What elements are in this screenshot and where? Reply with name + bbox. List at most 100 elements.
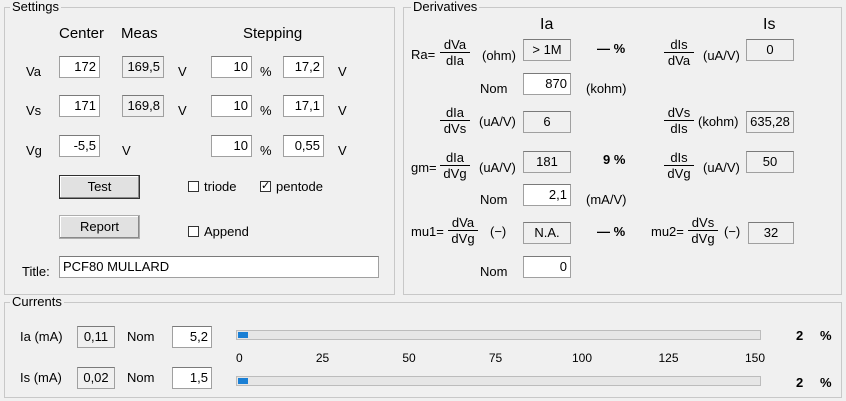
mu1-unit: (−): [490, 224, 507, 239]
mu1-nom-input[interactable]: 0: [523, 256, 571, 278]
va-center-input[interactable]: 172: [59, 56, 100, 78]
dia-dvs-numerator: dIa: [440, 106, 470, 121]
ra-fraction: dVa dIa: [440, 38, 470, 68]
col-ia-header: Ia: [540, 16, 554, 33]
dis-dvg-denominator: dVg: [667, 166, 691, 181]
dis-dvg-value: 50: [746, 151, 794, 173]
gm-unit: (uA/V): [479, 160, 516, 175]
triode-label[interactable]: triode: [204, 179, 237, 194]
va-step-value-input[interactable]: 17,2: [283, 56, 324, 78]
gm-nom-input[interactable]: 2,1: [523, 184, 571, 206]
is-pct-sign: %: [820, 375, 832, 390]
mu2-value: 32: [748, 222, 794, 244]
scale-tick-label: 125: [658, 351, 679, 365]
ia-progress-bar: [236, 330, 761, 340]
mu1-fraction: dVa dVg: [448, 216, 478, 246]
ra-denominator: dIa: [445, 53, 465, 68]
ia-progress-fill: [238, 332, 249, 338]
mu2-denominator: dVg: [691, 231, 715, 246]
title-input[interactable]: PCF80 MULLARD: [59, 256, 379, 278]
is-nom-label: Nom: [127, 370, 155, 385]
ra-nom-label: Nom: [480, 81, 508, 96]
gm-nom-unit: (mA/V): [586, 192, 627, 207]
scale-tick-label: 0: [236, 351, 243, 365]
dvs-dis-unit: (kohm): [698, 114, 739, 129]
gm-nom-label: Nom: [480, 192, 508, 207]
va-step-pct-input[interactable]: 10: [211, 56, 252, 78]
vg-step-value-input[interactable]: 0,55: [283, 135, 324, 157]
vg-step-pct-input[interactable]: 10: [211, 135, 252, 157]
append-checkbox[interactable]: [188, 226, 199, 237]
dia-dvs-value: 6: [523, 111, 571, 133]
vg-center-input[interactable]: -5,5: [59, 135, 100, 157]
mu2-fraction: dVs dVg: [688, 216, 718, 246]
ia-current-label: Ia (mA): [20, 329, 63, 344]
vs-step-value-input[interactable]: 17,1: [283, 95, 324, 117]
pentode-label[interactable]: pentode: [276, 179, 323, 194]
dia-dvs-denominator: dVs: [443, 121, 467, 136]
vg-unit: V: [122, 143, 131, 158]
dis-dva-fraction: dIs dVa: [664, 38, 694, 68]
dis-dva-numerator: dIs: [664, 38, 694, 53]
triode-checkbox[interactable]: [188, 181, 199, 192]
scale-tick-label: 150: [744, 351, 766, 365]
gm-fraction: dIa dVg: [440, 151, 470, 181]
va-step-unit: V: [338, 64, 347, 79]
dia-dvs-fraction: dIa dVs: [440, 106, 470, 136]
vs-step-unit: V: [338, 103, 347, 118]
scale-tick-label: 100: [571, 351, 593, 365]
append-label[interactable]: Append: [204, 224, 249, 239]
dis-dvg-fraction: dIs dVg: [664, 151, 694, 181]
ra-value: > 1M: [523, 39, 571, 61]
gm-label: gm=: [411, 160, 437, 175]
ia-pct-sign: %: [820, 328, 832, 343]
test-button[interactable]: Test: [59, 175, 140, 199]
scale-tick-label: 50: [402, 351, 416, 365]
dis-dvg-unit: (uA/V): [703, 160, 740, 175]
ia-nom-input[interactable]: 5,2: [172, 326, 212, 348]
dis-dva-denominator: dVa: [667, 53, 691, 68]
dis-dva-unit: (uA/V): [703, 48, 740, 63]
gm-denominator: dVg: [443, 166, 467, 181]
dvs-dis-numerator: dVs: [664, 106, 694, 121]
is-nom-input[interactable]: 1,5: [172, 367, 212, 389]
dvs-dis-fraction: dVs dIs: [664, 106, 694, 136]
mu1-value: N.A.: [523, 222, 571, 244]
mu1-pct: — %: [597, 224, 626, 239]
vs-label: Vs: [26, 103, 42, 118]
is-pct-value: 2: [796, 375, 804, 390]
vg-step-unit: V: [338, 143, 347, 158]
ia-pct-value: 2: [796, 328, 804, 343]
is-current-value: 0,02: [77, 367, 115, 389]
mu1-label: mu1=: [411, 224, 444, 239]
gm-value: 181: [523, 151, 571, 173]
ra-label: Ra=: [411, 47, 436, 62]
dis-dva-value: 0: [746, 39, 794, 61]
mu2-numerator: dVs: [688, 216, 718, 231]
scale-tick-label: 25: [315, 351, 330, 365]
va-unit: V: [178, 64, 187, 79]
settings-group-title: Settings: [10, 0, 61, 14]
vs-center-input[interactable]: 171: [59, 95, 100, 117]
is-current-label: Is (mA): [20, 370, 62, 385]
ra-nom-unit: (kohm): [586, 81, 627, 96]
dis-dvg-numerator: dIs: [664, 151, 694, 166]
mu1-denominator: dVg: [451, 231, 475, 246]
derivatives-group-title: Derivatives: [411, 0, 480, 14]
dia-dvs-unit: (uA/V): [479, 114, 516, 129]
ra-nom-input[interactable]: 870: [523, 73, 571, 95]
scale-ticks: 0 25 50 75 100 125 150: [236, 351, 765, 367]
ia-nom-label: Nom: [127, 329, 155, 344]
report-button[interactable]: Report: [59, 215, 140, 239]
col-center-header: Center: [59, 25, 105, 42]
va-label: Va: [26, 64, 41, 79]
scale-tick-label: 75: [488, 351, 503, 365]
mu1-numerator: dVa: [448, 216, 478, 231]
currents-group-title: Currents: [10, 294, 64, 309]
col-stepping-header: Stepping: [243, 25, 303, 42]
va-meas-value: 169,5: [122, 56, 164, 78]
col-is-header: Is: [763, 16, 776, 33]
ia-current-value: 0,11: [77, 326, 115, 348]
vs-step-pct-input[interactable]: 10: [211, 95, 252, 117]
pentode-checkbox[interactable]: ✓: [260, 181, 271, 192]
